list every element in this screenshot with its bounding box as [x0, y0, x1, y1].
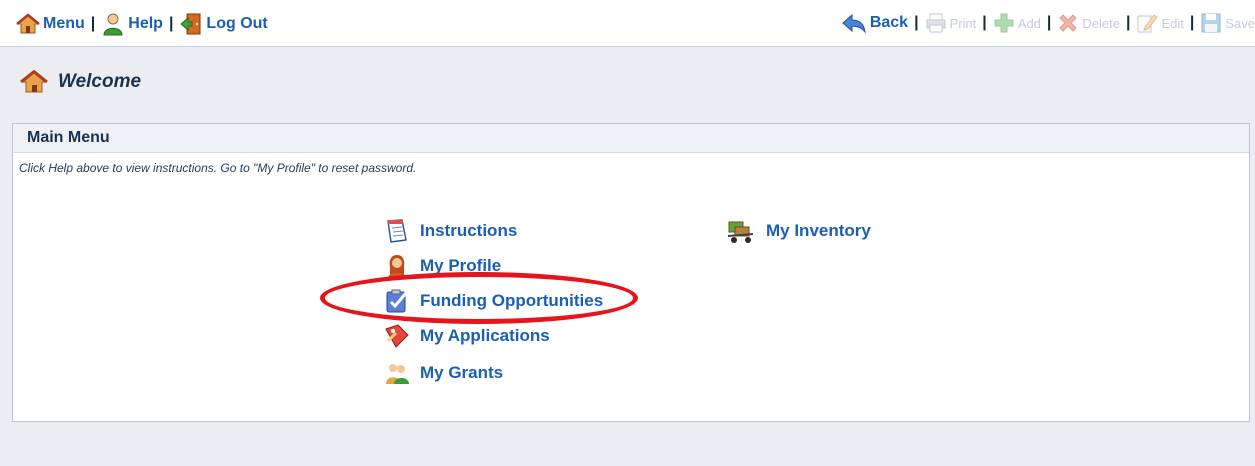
edit-label: Edit	[1161, 15, 1184, 31]
help-label: Help	[128, 15, 163, 32]
menu-item-label: My Inventory	[766, 221, 871, 240]
print-label: Print	[949, 15, 977, 31]
printer-icon	[926, 13, 946, 33]
inventory-cart-icon	[727, 221, 754, 243]
grant-people-icon	[386, 364, 409, 384]
panel-title: Main Menu	[13, 124, 1249, 153]
floppy-icon	[1201, 13, 1221, 33]
menu-item-my-inventory[interactable]: My Inventory	[726, 218, 871, 244]
user-profile-icon	[388, 255, 406, 278]
menu-item-my-profile[interactable]: My Profile	[384, 253, 501, 279]
save-button[interactable]: Save	[1200, 12, 1255, 34]
menu-item-label: My Grants	[420, 363, 504, 382]
menu-label: Menu	[43, 15, 85, 32]
menu-item-my-applications[interactable]: My Applications	[384, 323, 550, 349]
checklist-icon	[386, 289, 408, 313]
help-link[interactable]: Help	[101, 12, 163, 36]
menu-item-my-grants[interactable]: My Grants	[384, 360, 503, 386]
user-help-icon	[103, 13, 123, 36]
menu-item-label: Funding Opportunities	[420, 291, 604, 310]
toolbar-separator: |	[1046, 14, 1052, 31]
content-area: Welcome Main Menu Click Help above to vi…	[0, 47, 1255, 466]
back-button[interactable]: Back	[841, 12, 908, 34]
toolbar-left: Menu | Help | Log Out	[16, 12, 268, 36]
home-icon	[16, 13, 40, 34]
back-label: Back	[869, 14, 909, 31]
main-menu-panel: Main Menu Click Help above to view instr…	[12, 123, 1250, 422]
exit-door-icon	[180, 13, 201, 35]
toolbar-separator: |	[1125, 14, 1131, 31]
delete-label: Delete	[1082, 15, 1120, 31]
back-arrow-icon	[842, 13, 866, 34]
page-title: Welcome	[58, 71, 142, 92]
add-label: Add	[1017, 15, 1041, 31]
toolbar-separator: |	[914, 14, 919, 31]
pencil-icon	[1137, 14, 1159, 33]
logout-label: Log Out	[206, 15, 268, 32]
menu-item-label: My Profile	[420, 256, 502, 275]
plus-icon	[994, 13, 1014, 33]
menu-item-label: Instructions	[420, 221, 518, 240]
print-button[interactable]: Print	[925, 12, 977, 34]
menu-item-funding-opportunities[interactable]: Funding Opportunities	[384, 288, 603, 314]
add-button[interactable]: Add	[993, 12, 1041, 34]
welcome-header: Welcome	[20, 70, 141, 94]
logout-link[interactable]: Log Out	[179, 12, 268, 36]
menu-item-label: My Applications	[420, 326, 550, 345]
toolbar-separator: |	[90, 15, 96, 32]
toolbar-right: Back | Print | Add | Delete | Edit | Sav…	[841, 12, 1255, 34]
menu-item-instructions[interactable]: Instructions	[384, 218, 517, 244]
application-stamp-icon	[385, 324, 409, 348]
delete-button[interactable]: Delete	[1057, 12, 1120, 34]
document-icon	[387, 219, 407, 243]
save-label: Save	[1225, 15, 1255, 31]
home-icon	[20, 70, 48, 93]
top-toolbar: Menu | Help | Log Out Back | Print | Add…	[0, 0, 1255, 47]
delete-x-icon	[1059, 14, 1078, 32]
toolbar-separator: |	[982, 14, 987, 31]
instructions-note: Click Help above to view instructions. G…	[19, 161, 417, 175]
edit-button[interactable]: Edit	[1136, 12, 1184, 34]
menu-link[interactable]: Menu	[16, 13, 85, 35]
toolbar-separator: |	[1189, 14, 1195, 31]
toolbar-separator: |	[168, 15, 174, 32]
